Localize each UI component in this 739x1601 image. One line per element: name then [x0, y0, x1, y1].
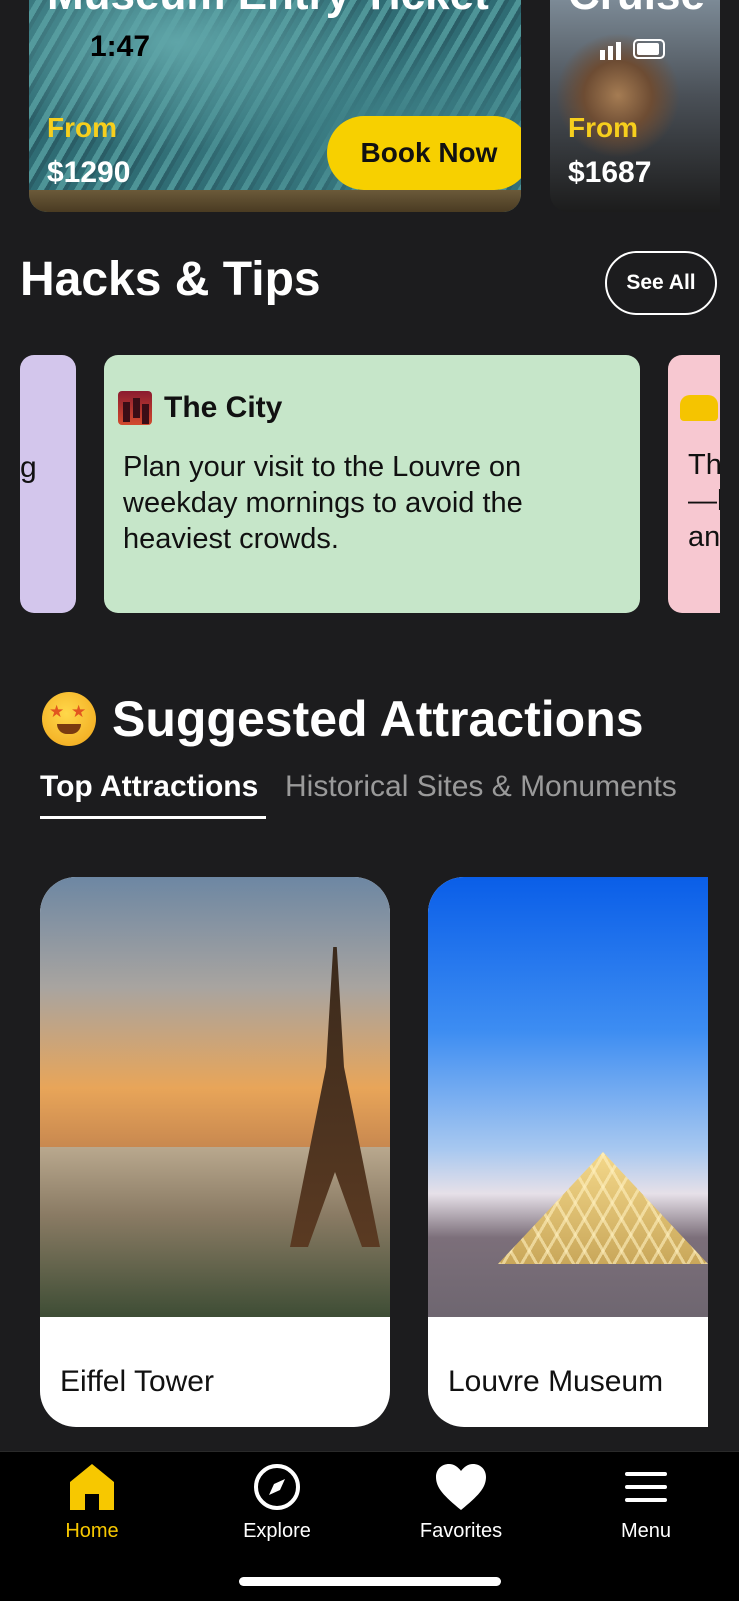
attraction-card-eiffel-tower[interactable]: Eiffel Tower: [40, 877, 390, 1427]
tab-top-attractions[interactable]: Top Attractions: [40, 770, 258, 804]
status-bar-time: 1:47: [90, 30, 151, 63]
attraction-image: [428, 877, 708, 1317]
attraction-image: [40, 877, 390, 1317]
nav-item-menu[interactable]: Menu: [576, 1462, 716, 1543]
ticket-title: Cruise from th: [568, 0, 720, 20]
taxi-icon: [680, 395, 718, 421]
tab-historical-sites[interactable]: Historical Sites & Monuments: [285, 770, 677, 804]
attraction-name: Louvre Museum: [448, 1365, 664, 1398]
city-icon: [118, 391, 152, 425]
section-title-hacks: Hacks & Tips: [20, 253, 321, 306]
nav-label: Menu: [620, 1520, 672, 1542]
tip-card[interactable]: g: [20, 355, 76, 613]
nav-label: Explore: [243, 1520, 311, 1542]
ticket-price: $1290: [47, 156, 131, 189]
ticket-price: $1687: [568, 156, 652, 189]
section-title-suggested: Suggested Attractions: [112, 691, 644, 747]
tip-partial-text: Th —l an: [688, 449, 720, 553]
home-indicator: [239, 1577, 501, 1586]
see-all-button[interactable]: See All: [605, 251, 717, 315]
ticket-from-label: From: [47, 112, 117, 143]
menu-icon: [625, 1472, 667, 1502]
nav-label: Home: [65, 1520, 119, 1542]
tip-card[interactable]: Th —l an: [668, 355, 720, 613]
status-icons: [600, 39, 665, 60]
ticket-card-cruise[interactable]: Cruise from th From $1687: [550, 0, 720, 212]
home-icon: [70, 1464, 114, 1510]
heart-icon: [436, 1464, 486, 1510]
star-struck-icon: [42, 692, 96, 746]
tip-heading: The City: [164, 391, 283, 424]
tip-body: Plan your visit to the Louvre on weekday…: [123, 451, 523, 555]
nav-item-favorites[interactable]: Favorites: [391, 1462, 531, 1543]
nav-item-home[interactable]: Home: [22, 1462, 162, 1543]
ticket-from-label: From: [568, 112, 638, 143]
ticket-title: Museum Entry Ticket: [47, 0, 489, 20]
tip-card-the-city[interactable]: The City Plan your visit to the Louvre o…: [104, 355, 640, 613]
nav-item-explore[interactable]: Explore: [207, 1462, 347, 1543]
nav-label: Favorites: [419, 1520, 503, 1542]
attraction-name: Eiffel Tower: [60, 1365, 214, 1398]
compass-icon: [254, 1464, 300, 1510]
active-tab-indicator: [40, 816, 266, 819]
book-now-button[interactable]: Book Now: [327, 116, 521, 190]
attraction-card-louvre-museum[interactable]: Louvre Museum: [428, 877, 708, 1427]
tip-partial-text: g: [20, 451, 37, 484]
